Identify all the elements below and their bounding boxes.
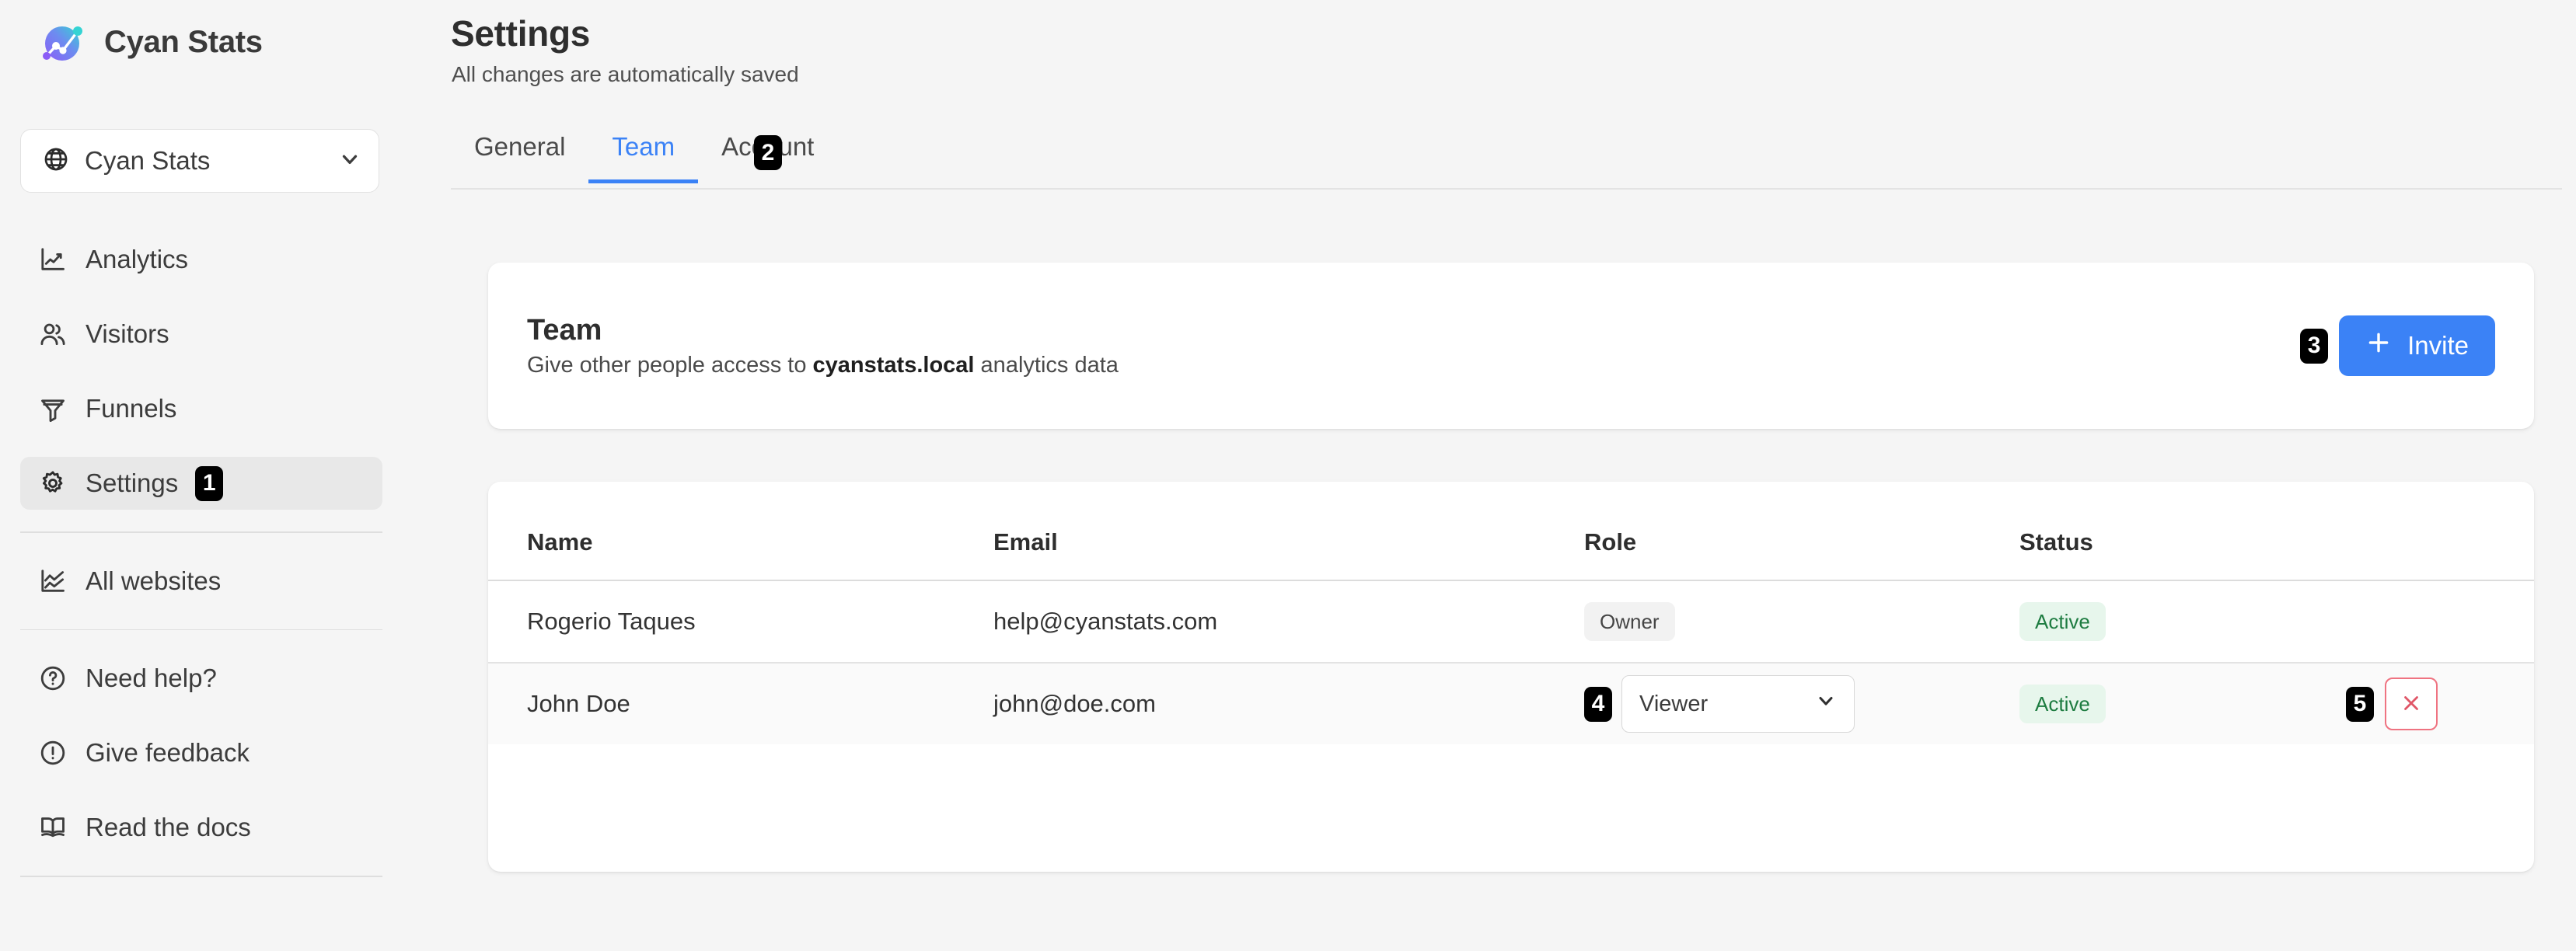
team-desc-suffix: analytics data <box>974 352 1119 378</box>
sidebar-item-need-help[interactable]: Need help? <box>0 652 451 705</box>
users-icon <box>37 320 68 348</box>
column-header-email: Email <box>993 482 1584 581</box>
book-open-icon <box>37 813 68 841</box>
sidebar-item-label: Settings <box>86 469 179 497</box>
sidebar-item-label: Give feedback <box>86 738 250 767</box>
sidebar-divider-3 <box>20 876 382 877</box>
plus-icon <box>2365 329 2392 362</box>
cell-status: Active <box>2019 580 2346 663</box>
table-header: Name Email Role Status <box>488 482 2534 581</box>
table-row: John Doe john@doe.com 4 Viewer Active 5 <box>488 662 2534 744</box>
sidebar-item-label: All websites <box>86 566 222 595</box>
tab-team[interactable]: Team <box>588 126 698 183</box>
table-header-row: Name Email Role Status <box>488 482 2534 581</box>
brand: Cyan Stats <box>0 0 451 61</box>
funnel-icon <box>37 395 68 423</box>
globe-icon <box>43 146 69 176</box>
table-body: Rogerio Taques help@cyanstats.com Owner … <box>488 580 2534 744</box>
sidebar-item-funnels[interactable]: Funnels <box>0 382 451 435</box>
table-row: Rogerio Taques help@cyanstats.com Owner … <box>488 580 2534 663</box>
sidebar-item-all-websites[interactable]: All websites <box>0 555 451 608</box>
column-header-status: Status <box>2019 482 2346 581</box>
sidebar-item-read-the-docs[interactable]: Read the docs <box>0 801 451 854</box>
sidebar-item-label: Need help? <box>86 664 217 692</box>
invite-button[interactable]: Invite <box>2339 315 2495 376</box>
cell-actions: 5 <box>2346 662 2534 744</box>
team-header-card: Team Give other people access to cyansta… <box>488 263 2534 429</box>
step-marker-4: 4 <box>1584 686 1612 722</box>
chevron-down-icon <box>1815 690 1837 718</box>
invite-area: 3 Invite <box>2300 315 2495 376</box>
gear-icon <box>37 469 68 497</box>
sidebar-item-label: Visitors <box>86 319 169 348</box>
sidebar-divider-1 <box>20 531 382 533</box>
cell-name: John Doe <box>488 662 993 744</box>
remove-member-button[interactable] <box>2385 678 2438 730</box>
step-marker-5: 5 <box>2346 686 2374 722</box>
sidebar-item-label: Funnels <box>86 394 177 423</box>
page-title: Settings <box>451 13 591 54</box>
question-circle-icon <box>37 664 68 692</box>
page-subtitle: All changes are automatically saved <box>452 62 799 86</box>
team-desc-prefix: Give other people access to <box>527 352 813 378</box>
role-select-value: Viewer <box>1639 691 1709 716</box>
sidebar-item-label: Read the docs <box>86 813 251 841</box>
team-desc-domain: cyanstats.local <box>812 352 975 378</box>
team-members-card: Name Email Role Status Rogerio Taques he… <box>488 482 2534 872</box>
cell-email: john@doe.com <box>993 662 1584 744</box>
settings-tabs: General Team Account 2 <box>451 126 2562 190</box>
sidebar-nav: Analytics Visitors Funnels Settings 1 Al… <box>0 233 451 899</box>
cell-email: help@cyanstats.com <box>993 608 1218 635</box>
chevron-down-icon <box>338 148 361 175</box>
cell-role: 4 Viewer <box>1584 662 2019 744</box>
cell-role: Owner <box>1584 580 2019 663</box>
team-header-text: Team Give other people access to cyansta… <box>527 315 1119 377</box>
step-marker-2-wrap: 2 <box>754 135 782 170</box>
cyan-stats-logo-icon <box>37 17 87 67</box>
team-card-title: Team <box>527 313 602 347</box>
column-header-role: Role <box>1584 482 2019 581</box>
team-members-table: Name Email Role Status Rogerio Taques he… <box>488 482 2534 744</box>
column-header-actions <box>2346 482 2534 581</box>
exclamation-circle-icon <box>37 739 68 767</box>
status-badge: Active <box>2019 602 2106 641</box>
role-select[interactable]: Viewer <box>1621 675 1855 733</box>
step-marker-1: 1 <box>195 465 224 501</box>
tab-general[interactable]: General <box>451 126 588 182</box>
site-selector[interactable]: Cyan Stats <box>20 129 379 193</box>
sidebar-divider-2 <box>20 629 382 630</box>
close-icon <box>2400 691 2423 717</box>
column-header-name: Name <box>488 482 993 581</box>
site-selector-value: Cyan Stats <box>85 146 211 175</box>
main-content: Settings All changes are automatically s… <box>451 0 2576 951</box>
team-card-description: Give other people access to cyanstats.lo… <box>527 354 1119 377</box>
sidebar: Cyan Stats Cyan Stats Analytics Visitors… <box>0 0 451 951</box>
cell-name: Rogerio Taques <box>527 608 696 635</box>
area-chart-icon <box>37 567 68 595</box>
sidebar-item-settings[interactable]: Settings 1 <box>20 457 382 510</box>
sidebar-item-analytics[interactable]: Analytics <box>0 233 451 286</box>
sidebar-item-label: Analytics <box>86 245 189 273</box>
step-marker-3: 3 <box>2300 328 2329 364</box>
cell-status: Active <box>2019 662 2346 744</box>
cell-actions <box>2346 580 2534 663</box>
sidebar-item-visitors[interactable]: Visitors <box>0 308 451 361</box>
sidebar-item-give-feedback[interactable]: Give feedback <box>0 726 451 779</box>
brand-name: Cyan Stats <box>104 24 263 59</box>
invite-button-label: Invite <box>2407 331 2469 360</box>
role-badge: Owner <box>1584 602 1675 641</box>
status-badge: Active <box>2019 685 2106 723</box>
line-chart-icon <box>37 246 68 273</box>
step-marker-2: 2 <box>754 135 782 170</box>
